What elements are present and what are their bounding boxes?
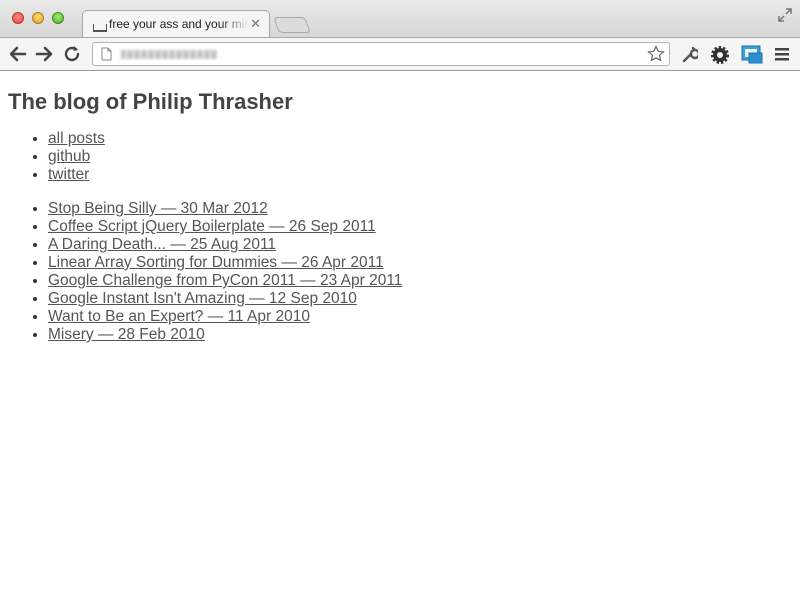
post-link[interactable]: Coffee Script jQuery Boilerplate — 26 Se… (48, 218, 376, 235)
all-posts-link[interactable]: all posts (48, 130, 105, 147)
post-list: Stop Being Silly — 30 Mar 2012 Coffee Sc… (0, 200, 402, 344)
list-item: Google Instant Isn't Amazing — 12 Sep 20… (48, 290, 402, 308)
list-item: Linear Array Sorting for Dummies — 26 Ap… (48, 254, 402, 272)
forward-arrow-icon[interactable] (34, 44, 54, 69)
new-tab-button[interactable] (273, 17, 311, 33)
page-icon (101, 47, 112, 66)
reload-icon[interactable] (62, 44, 82, 69)
list-item: Google Challenge from PyCon 2011 — 23 Ap… (48, 272, 402, 290)
post-link[interactable]: Want to Be an Expert? — 11 Apr 2010 (48, 308, 310, 325)
menu-icon[interactable] (774, 45, 790, 68)
gear-icon[interactable] (710, 45, 730, 70)
browser-tab-active[interactable]: free your ass and your mind ✕ (82, 10, 270, 38)
post-link[interactable]: Stop Being Silly — 30 Mar 2012 (48, 200, 268, 217)
back-arrow-icon[interactable] (8, 44, 28, 69)
list-item: twitter (48, 166, 105, 184)
star-icon[interactable] (647, 45, 665, 68)
list-item: all posts (48, 130, 105, 148)
list-item: Stop Being Silly — 30 Mar 2012 (48, 200, 402, 218)
post-link[interactable]: A Daring Death... — 25 Aug 2011 (48, 236, 276, 253)
tab-title: free your ass and your mind (109, 17, 249, 31)
github-link[interactable]: github (48, 148, 90, 165)
list-item: Want to Be an Expert? — 11 Apr 2010 (48, 308, 402, 326)
close-window-icon[interactable] (12, 12, 24, 24)
screen-share-icon[interactable] (741, 45, 763, 70)
twitter-link[interactable]: twitter (48, 166, 89, 183)
list-item: Misery — 28 Feb 2010 (48, 326, 402, 344)
browser-toolbar (0, 37, 800, 71)
nav-links: all posts github twitter (0, 130, 105, 184)
post-link[interactable]: Google Instant Isn't Amazing — 12 Sep 20… (48, 290, 357, 307)
list-item: github (48, 148, 105, 166)
fullscreen-icon[interactable] (778, 8, 792, 27)
page-content: The blog of Philip Thrasher all posts gi… (0, 72, 800, 600)
favicon-icon (93, 24, 107, 32)
page-title: The blog of Philip Thrasher (8, 89, 293, 114)
browser-titlebar: free your ass and your mind ✕ (0, 0, 800, 38)
zoom-window-icon[interactable] (52, 12, 64, 24)
address-bar[interactable] (92, 42, 670, 66)
post-link[interactable]: Linear Array Sorting for Dummies — 26 Ap… (48, 254, 384, 271)
post-link[interactable]: Google Challenge from PyCon 2011 — 23 Ap… (48, 272, 402, 289)
list-item: A Daring Death... — 25 Aug 2011 (48, 236, 402, 254)
wrench-icon[interactable] (680, 45, 701, 68)
list-item: Coffee Script jQuery Boilerplate — 26 Se… (48, 218, 402, 236)
post-link[interactable]: Misery — 28 Feb 2010 (48, 326, 205, 343)
tab-close-icon[interactable]: ✕ (250, 16, 261, 32)
minimize-window-icon[interactable] (32, 12, 44, 24)
url-redacted (121, 50, 217, 59)
